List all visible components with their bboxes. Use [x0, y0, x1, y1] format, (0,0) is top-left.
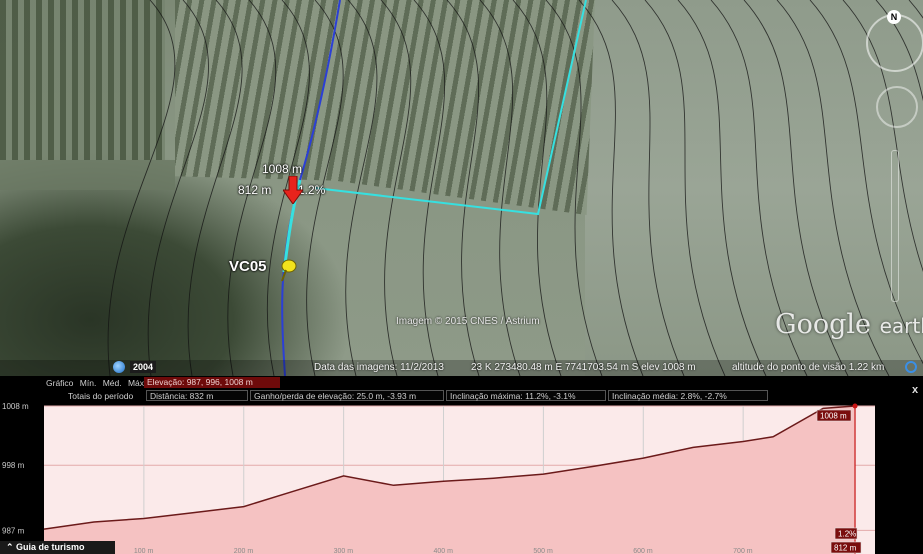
placemark-label[interactable]: VC05 [229, 258, 267, 275]
status-indicator-icon [905, 361, 917, 373]
satellite-map[interactable]: 1008 m 812 m 1.2% VC05 Imagem © 2015 CNE… [0, 0, 923, 376]
contour-line [611, 0, 685, 376]
elevation-gain-loss: Ganho/perda de elevação: 25.0 m, -3.93 m [250, 390, 444, 401]
contour-line [147, 0, 209, 376]
cursor-point [852, 403, 858, 409]
logo-sub: earth [879, 314, 923, 338]
graph-label: Gráfico [46, 378, 74, 388]
x-tick-label: 500 m [533, 548, 553, 554]
totals-label: Totais do período [68, 391, 134, 401]
zoom-slider[interactable] [891, 150, 899, 302]
position-arrow-icon[interactable] [283, 176, 303, 204]
contour-line [644, 0, 726, 376]
contour-line [187, 0, 243, 376]
y-tick-label: 1008 m [2, 402, 29, 411]
y-tick-label: 998 m [2, 461, 25, 470]
north-button[interactable]: N [887, 10, 901, 24]
logo-main: Google [775, 309, 871, 340]
max-option[interactable]: Máx [128, 378, 144, 388]
cursor-slope-label: 1.2% [838, 530, 856, 539]
y-tick-label: 987 m [2, 526, 25, 535]
historical-imagery-clock-icon[interactable] [113, 361, 125, 373]
x-tick-label: 200 m [234, 548, 254, 554]
contour-line [578, 0, 644, 376]
contour-line [677, 0, 767, 376]
total-distance: Distância: 832 m [146, 390, 248, 401]
elevation-profile-panel[interactable]: 987 m 998 m 1008 m 100 m 200 m 300 m 400 m 500 … [0, 376, 923, 554]
x-tick-label: 300 m [334, 548, 354, 554]
avg-slope: Inclinação média: 2.8%, -2.7% [608, 390, 768, 401]
x-tick-label: 100 m [134, 548, 154, 554]
cursor-distance-label: 812 m [834, 544, 857, 553]
x-tick-label: 400 m [434, 548, 454, 554]
google-earth-logo: Google earth [775, 309, 923, 340]
cursor-coordinates: 23 K 273480.48 m E 7741703.54 m S elev 1… [471, 362, 696, 373]
contour-line [107, 0, 176, 376]
x-tick-label: 700 m [733, 548, 753, 554]
look-joystick[interactable] [876, 86, 918, 128]
elevation-chart[interactable]: 987 m 998 m 1008 m 100 m 200 m 300 m 400 m 500 … [0, 376, 923, 554]
x-tick-label: 600 m [633, 548, 653, 554]
imagery-date: Data das imagens: 11/2/2013 [314, 362, 444, 373]
graph-header: Gráfico Mín. Méd. Máx [46, 378, 148, 388]
eye-altitude: altitude do ponto de visão 1.22 km [732, 362, 885, 373]
max-slope: Inclinação máxima: 11.2%, -3.1% [446, 390, 606, 401]
tour-guide-label: Guia de turismo [16, 542, 85, 552]
imagery-copyright: Imagem © 2015 CNES / Astrium [396, 316, 540, 327]
historical-year-badge[interactable]: 2004 [130, 361, 156, 373]
min-option[interactable]: Mín. [80, 378, 97, 388]
marker-distance-label: 812 m [238, 183, 272, 197]
pushpin-icon[interactable] [278, 258, 298, 282]
chevron-up-icon: ⌃ [6, 542, 17, 552]
close-profile-button[interactable]: x [912, 384, 918, 396]
tour-guide-button[interactable]: ⌃ Guia de turismo [0, 541, 115, 554]
contour-line [345, 0, 378, 376]
cursor-elevation-label: 1008 m [820, 412, 847, 421]
elevation-series-tab[interactable]: Elevação: 987, 996, 1008 m [144, 377, 280, 388]
avg-option[interactable]: Méd. [103, 378, 122, 388]
field-boundary-line [314, 0, 587, 216]
marker-elevation-label: 1008 m [262, 162, 303, 176]
